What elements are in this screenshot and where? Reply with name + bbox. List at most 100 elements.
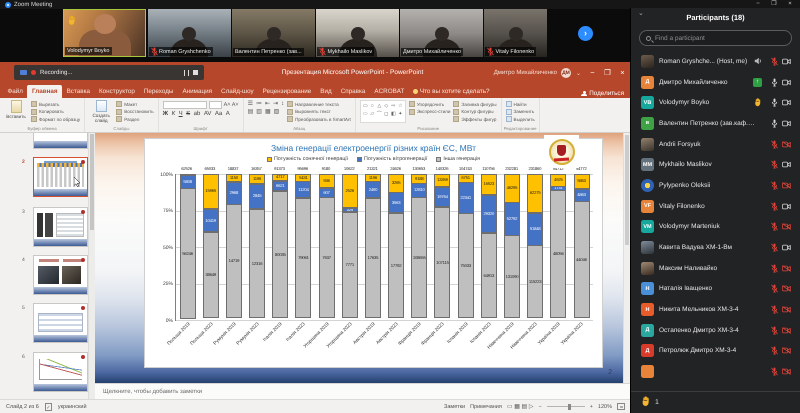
ppt-minimize-button[interactable]: − — [585, 62, 600, 84]
zoom-slider[interactable] — [546, 404, 585, 409]
ribbon-small-button[interactable]: Эффекты фигур — [453, 116, 496, 122]
ribbon-small-button[interactable]: Раздел — [116, 116, 153, 122]
participant-row[interactable]: Кавита Вадува ХМ-1-Вм — [631, 237, 800, 258]
slide-thumbnail[interactable] — [33, 133, 88, 149]
ribbon-small-button[interactable]: Заливка фигуры — [453, 101, 496, 107]
search-input[interactable] — [655, 34, 785, 42]
slide-thumbnail-4[interactable]: 4 — [22, 255, 88, 295]
font-style-button[interactable]: Ж — [163, 111, 168, 117]
ribbon-tab-acrobat[interactable]: ACROBAT — [370, 85, 409, 98]
slide-thumbnail-5[interactable]: 5 — [22, 303, 88, 343]
participant-row[interactable]: Н Никита Мельников ХМ-3-4 — [631, 299, 800, 320]
ribbon-small-button[interactable]: Копировать — [31, 109, 80, 115]
slide-thumbnail-3[interactable]: 3 — [22, 207, 88, 247]
participant-row[interactable]: Д Остапенко Дмитро ХМ-3-4 — [631, 320, 800, 341]
shapes-gallery[interactable]: ▭ ○ △ ◇ ⇨ ☆ ⬭ ▱ ⌒ ◻ ◧ ✦ — [359, 100, 406, 123]
ribbon-display-options-icon[interactable]: ⌄ — [576, 70, 581, 77]
font-style-button[interactable]: Ч — [179, 111, 183, 117]
participant-row[interactable]: VB Volodymyr Boyko — [631, 92, 800, 113]
participant-row[interactable]: Pylypenko Oleksii — [631, 175, 800, 196]
participant-row[interactable]: Н Наталія Іващенко — [631, 279, 800, 300]
pause-recording-button[interactable] — [183, 69, 189, 76]
font-style-button[interactable]: Aa — [215, 111, 222, 117]
ribbon-tab-вид[interactable]: Вид — [316, 85, 336, 98]
stop-recording-button[interactable] — [192, 69, 198, 76]
collapse-chevron-icon[interactable]: ⌄ — [638, 9, 644, 17]
font-style-button[interactable]: ab — [194, 111, 201, 117]
camera-off-icon — [782, 306, 791, 313]
participant-row[interactable]: Д Петролюк Дмитро ХМ-3-4 — [631, 341, 800, 362]
video-tile[interactable]: Валентин Петренко (зав... — [232, 9, 315, 57]
language-indicator[interactable]: украинский — [58, 404, 87, 410]
next-videos-button[interactable]: › — [578, 26, 593, 41]
participant-row[interactable]: Roman Gryshche... (Host, me) — [631, 51, 800, 72]
camera-off-icon — [782, 140, 791, 148]
ppt-close-button[interactable]: × — [615, 62, 630, 84]
ribbon-big-button[interactable]: Создать слайд — [89, 100, 113, 123]
ribbon-small-button[interactable]: Вырезать — [31, 101, 80, 107]
ribbon-small-button[interactable]: Контур фигуры — [453, 109, 496, 115]
slide-thumbnail-6[interactable]: 6 — [22, 352, 88, 392]
participant-row[interactable]: в Валентин Петренко (зав.каф.ТЕХ... — [631, 113, 800, 134]
view-buttons[interactable]: ▭ ▦ ▤ ▷ — [507, 403, 534, 410]
notes-toggle-button[interactable]: Заметки — [444, 404, 465, 410]
video-tile[interactable]: Roman Gryshchenko — [147, 9, 231, 57]
ribbon-small-button[interactable]: Выделить — [506, 116, 535, 122]
video-tile[interactable]: Mykhailo Maslikov — [316, 9, 399, 57]
ribbon-small-button[interactable]: Найти — [506, 101, 535, 107]
ribbon-tab-file[interactable]: Файл — [3, 85, 27, 98]
font-style-button[interactable]: S — [186, 111, 190, 117]
ribbon-small-button[interactable]: Упорядочить — [409, 101, 451, 107]
share-button[interactable]: Поделиться — [581, 90, 624, 97]
ribbon-big-button[interactable]: Вставить — [4, 100, 28, 123]
ribbon-small-button[interactable]: Формат по образцу — [31, 116, 80, 122]
ribbon-small-button[interactable]: Макет — [116, 101, 153, 107]
comments-toggle-button[interactable]: Примечания — [470, 404, 502, 410]
fit-slide-button[interactable] — [617, 403, 625, 410]
tell-me-assistant[interactable]: Что вы хотите сделать? — [412, 85, 490, 98]
ribbon-tab-слайд-шоу[interactable]: Слайд-шоу — [217, 85, 259, 98]
notes-pane[interactable]: Щелкните, чтобы добавить заметки — [95, 383, 630, 399]
bar-segment: 10419 — [202, 208, 219, 233]
participant-row[interactable] — [631, 361, 800, 382]
font-style-button[interactable]: AV — [204, 111, 212, 117]
zoom-out-button[interactable]: − — [538, 404, 541, 410]
account-avatar[interactable]: ДМ — [560, 68, 571, 78]
ribbon-tab-рецензирование[interactable]: Рецензирование — [258, 85, 316, 98]
ribbon-small-button[interactable]: Преобразовать в SmartArt — [287, 116, 351, 122]
font-name-box[interactable] — [162, 101, 207, 109]
account-name[interactable]: Дмитро Михайличенко — [494, 70, 557, 76]
participant-row[interactable]: Andrii Forsyuk — [631, 134, 800, 155]
video-tile[interactable]: Volodymyr Boyko — [63, 9, 146, 57]
slide-scrollbar[interactable] — [623, 133, 630, 383]
zoom-level[interactable]: 120% — [598, 404, 612, 410]
ppt-restore-button[interactable]: ❐ — [600, 62, 615, 84]
ribbon-small-button[interactable]: Выровнять текст — [287, 109, 351, 115]
ribbon-tab-конструктор[interactable]: Конструктор — [95, 85, 140, 98]
font-style-button[interactable]: А — [226, 111, 230, 117]
participant-search[interactable] — [639, 30, 792, 46]
participant-row[interactable]: MM Mykhailo Maslikov — [631, 154, 800, 175]
font-style-button[interactable]: К — [172, 111, 176, 117]
ribbon-tab-справка[interactable]: Справка — [336, 85, 370, 98]
participant-row[interactable]: VM Volodymyr Marteniuk — [631, 217, 800, 238]
video-tile[interactable]: Vitaly Filonenko — [484, 9, 547, 57]
ribbon-small-button[interactable]: Восстановить — [116, 109, 153, 115]
thumbnail-scrollbar[interactable] — [88, 133, 95, 399]
participant-row[interactable]: Максим Наливайко — [631, 258, 800, 279]
bar-segment: 17635 — [364, 197, 381, 319]
ribbon-small-button[interactable]: Направление текста — [287, 101, 351, 107]
participant-row[interactable]: VF Vitaly Filonenko — [631, 196, 800, 217]
grow-shrink-font-icons[interactable]: A˄ A˅ — [224, 102, 239, 108]
ribbon-small-button[interactable]: Экспресс-стили — [409, 109, 451, 115]
font-size-box[interactable] — [208, 101, 222, 109]
video-tile[interactable]: Дмитро Михайличенко — [400, 9, 483, 57]
ribbon-tab-вставка[interactable]: Вставка — [62, 85, 94, 98]
ribbon-small-button[interactable]: Заменить — [506, 109, 535, 115]
participant-row[interactable]: Д Дмитро Михайличенко ↑ — [631, 72, 800, 93]
ribbon-tab-переходы[interactable]: Переходы — [139, 85, 178, 98]
ribbon-tab-главная[interactable]: Главная — [27, 85, 63, 98]
ribbon-tab-анимация[interactable]: Анимация — [178, 85, 217, 98]
zoom-in-button[interactable]: + — [590, 404, 593, 410]
spellcheck-icon[interactable]: ✓ — [44, 402, 52, 411]
